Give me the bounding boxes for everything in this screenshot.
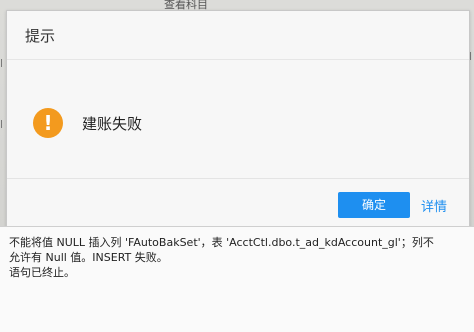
divider [7,59,469,60]
error-line: 不能将值 NULL 插入列 'FAutoBakSet'，表 'AcctCtl.d… [9,236,434,249]
alert-dialog: 提示 ! 建账失败 确定 详情 [6,10,470,228]
error-details-panel: 不能将值 NULL 插入列 'FAutoBakSet'，表 'AcctCtl.d… [0,226,474,332]
error-line: 允许有 Null 值。INSERT 失败。 [9,251,168,264]
warning-icon: ! [33,108,63,138]
ok-button[interactable]: 确定 [338,192,410,218]
divider [7,178,469,179]
background-fragment: l [0,57,4,70]
dialog-title: 提示 [25,27,56,45]
background-fragment: l [0,118,4,131]
error-details-text: 不能将值 NULL 插入列 'FAutoBakSet'，表 'AcctCtl.d… [9,235,467,280]
details-link[interactable]: 详情 [421,196,447,215]
dialog-message: 建账失败 [82,115,143,133]
error-line: 语句已终止。 [9,266,75,279]
